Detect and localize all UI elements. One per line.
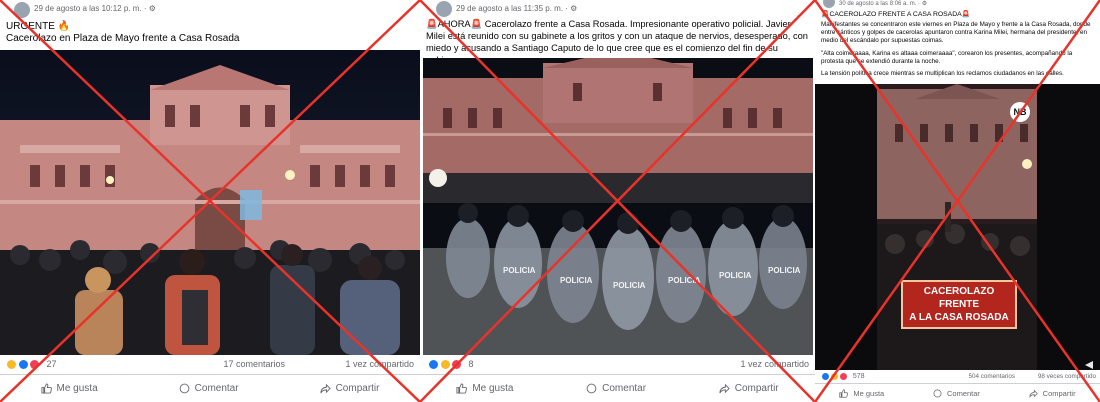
shares-count[interactable]: 98 veces compartido [1038, 373, 1096, 380]
action-bar: Me gusta Comentar Compartir [815, 383, 1100, 402]
like-label: Me gusta [853, 388, 885, 398]
share-button[interactable]: Compartir [320, 382, 380, 394]
reactions-count: 578 [852, 373, 865, 381]
post-photo[interactable] [0, 50, 420, 355]
angry-icon [451, 359, 463, 371]
comment-button[interactable]: Comentar [179, 383, 239, 394]
overlay-line-1: CACEROLAZO FRENTE [923, 286, 995, 310]
post-3: 30 de agosto a las 8:06 a. m. · ⚙ 🚨CACER… [815, 0, 1100, 402]
thumbs-up-icon [456, 382, 468, 394]
casa-rosada-crowd-image [0, 50, 420, 355]
overlay-line-2: A LA CASA ROSADA [909, 312, 1009, 323]
share-button[interactable]: Compartir [719, 383, 779, 394]
comments-count[interactable]: 504 comentarios [968, 373, 1015, 380]
comment-label: Comentar [602, 382, 647, 394]
comment-icon [933, 389, 942, 397]
shares-count[interactable]: 1 vez compartido [345, 359, 414, 369]
post-date[interactable]: 30 de agosto a las 8:06 a. m. · ⚙ [839, 0, 927, 7]
like-button[interactable]: Me gusta [839, 389, 884, 398]
haha-icon [6, 359, 17, 371]
post-photo[interactable]: POLICIA POLICIA POLICIA POLICIA POLICIA POLI… [423, 58, 813, 355]
post-date[interactable]: 29 de agosto a las 11:35 p. m. · ⚙ [456, 4, 577, 13]
avatar[interactable] [436, 1, 452, 17]
post-bullet-1: Manifestantes se concentraron este viern… [821, 21, 1091, 45]
share-label: Compartir [335, 382, 380, 394]
avatar[interactable] [14, 2, 30, 18]
share-label: Compartir [734, 382, 779, 394]
like-label: Me gusta [56, 382, 98, 394]
love-icon [29, 359, 41, 371]
svg-text:POLICIA: POLICIA [719, 271, 752, 280]
post-2: 29 de agosto a las 11:35 p. m. · ⚙ 🚨AHOR… [420, 0, 815, 402]
like-button[interactable]: Me gusta [40, 382, 98, 394]
thumbs-up-icon [40, 382, 52, 394]
post-bullet-3: La tensión política crece mientras se mu… [821, 70, 1064, 77]
post-video[interactable]: NB CACEROLAZO FRENTE A LA CASA ROSADA [815, 84, 1100, 370]
comment-icon [586, 383, 597, 393]
post-date[interactable]: 29 de agosto a las 10:12 p. m. · ⚙ [34, 4, 156, 13]
action-bar: Me gusta Comentar Compartir [0, 374, 420, 401]
svg-text:POLICIA: POLICIA [560, 276, 593, 285]
svg-text:POLICIA: POLICIA [668, 276, 701, 285]
reactions-summary[interactable]: 578 [821, 372, 865, 381]
shares-count[interactable]: 1 vez compartido [740, 359, 809, 369]
share-icon [1029, 389, 1038, 397]
share-icon [719, 383, 730, 393]
action-bar: Me gusta Comentar Compartir [420, 374, 815, 401]
share-button[interactable]: Compartir [1029, 389, 1076, 398]
like-icon [17, 359, 29, 371]
post-bullet-2: "Alta coimeraaaa, Karina es altaaa coime… [821, 50, 1073, 66]
like-icon [428, 359, 439, 371]
haha-icon [829, 372, 839, 381]
comments-count[interactable]: 17 comentarios [223, 359, 285, 369]
reactions-summary[interactable]: 27 [6, 359, 57, 371]
video-overlay-title: CACEROLAZO FRENTE A LA CASA ROSADA [901, 280, 1017, 329]
sad-icon [439, 359, 451, 371]
nb-logo: NB [1010, 102, 1030, 122]
post-text-line2: Cacerolazo en Plaza de Mayo frente a Cas… [6, 33, 240, 44]
share-icon [320, 383, 331, 393]
share-label: Compartir [1042, 388, 1076, 398]
post-text-line1: URGENTE 🔥 [6, 21, 71, 32]
svg-text:POLICIA: POLICIA [503, 266, 536, 275]
angry-icon [838, 372, 848, 381]
comment-label: Comentar [946, 388, 980, 398]
thumbs-up-icon [839, 388, 849, 398]
comment-button[interactable]: Comentar [586, 383, 646, 394]
police-line-image: POLICIA POLICIA POLICIA POLICIA POLICIA POLI… [423, 58, 813, 355]
reactions-count: 27 [46, 359, 57, 369]
like-label: Me gusta [472, 382, 514, 394]
post-1: 29 de agosto a las 10:12 p. m. · ⚙ URGEN… [0, 0, 420, 402]
svg-text:POLICIA: POLICIA [613, 281, 646, 290]
reactions-count: 8 [468, 359, 474, 369]
like-button[interactable]: Me gusta [456, 383, 513, 394]
post-headline: 🚨CACEROLAZO FRENTE A CASA ROSADA🚨 [821, 11, 971, 18]
avatar[interactable] [823, 0, 835, 8]
like-icon [821, 372, 830, 381]
reactions-summary[interactable]: 8 [428, 359, 474, 371]
comment-label: Comentar [194, 382, 239, 394]
svg-text:POLICIA: POLICIA [768, 266, 801, 275]
comment-icon [179, 383, 190, 393]
comment-button[interactable]: Comentar [933, 389, 980, 398]
